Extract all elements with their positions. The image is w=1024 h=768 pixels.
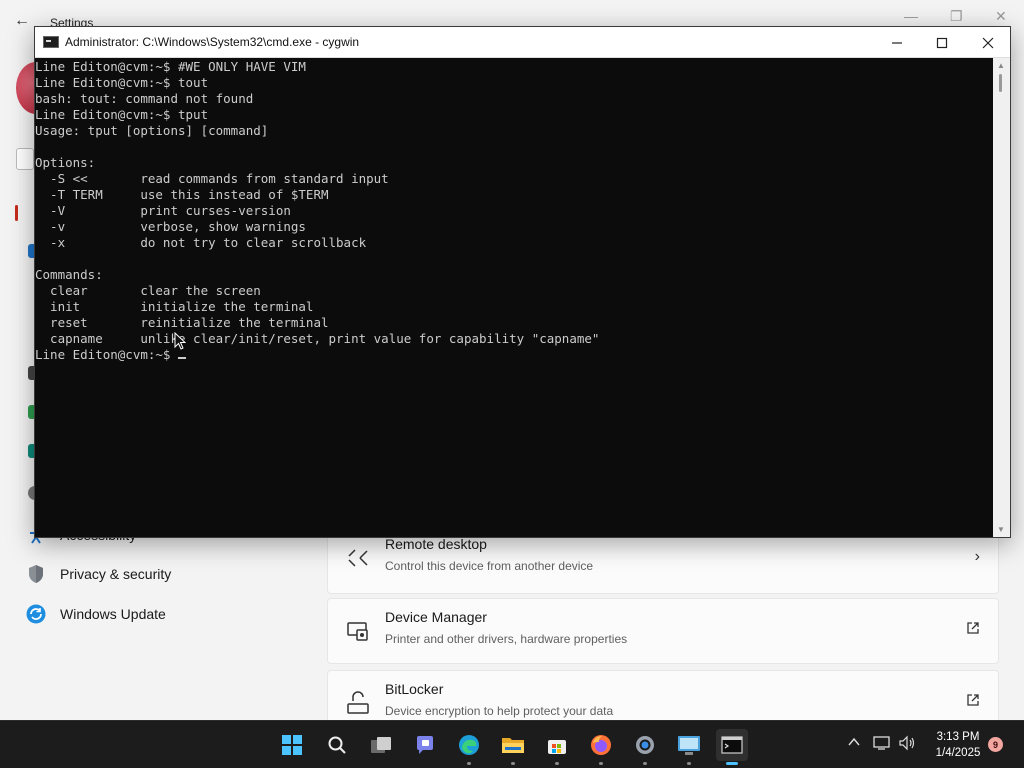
card-subtitle: Device encryption to help protect your d… — [385, 704, 614, 718]
chat-icon — [417, 736, 433, 754]
settings-close-button[interactable]: ✕ — [995, 8, 1007, 25]
windows-update-icon — [26, 604, 46, 624]
firefox-icon — [591, 735, 611, 755]
nav-item-privacy-security[interactable]: Privacy & security — [26, 561, 171, 587]
terminal-line: Commands: — [35, 267, 103, 282]
bitlocker-icon — [346, 691, 370, 715]
external-link-icon — [966, 693, 980, 712]
chevron-right-icon: › — [974, 548, 980, 565]
card-subtitle: Control this device from another device — [385, 559, 594, 573]
scroll-up-arrow-icon[interactable]: ▲ — [997, 61, 1005, 70]
clock[interactable]: 3:13 PM 1/4/2025 — [928, 729, 988, 761]
edge-button[interactable] — [453, 729, 485, 765]
terminal-line: -T TERM use this instead of $TERM — [35, 187, 329, 202]
clock-date: 1/4/2025 — [935, 747, 981, 759]
cmd-app-icon — [43, 36, 59, 48]
back-arrow-icon[interactable]: ← — [14, 12, 30, 30]
nav-item-label: Windows Update — [60, 606, 166, 622]
card-title: Device Manager — [385, 609, 487, 625]
running-indicator — [687, 762, 691, 765]
terminal-line: reset reinitialize the terminal — [35, 315, 329, 330]
text-cursor — [178, 357, 186, 359]
volume-icon[interactable] — [898, 735, 916, 754]
gear-icon — [636, 736, 654, 754]
cmd-titlebar[interactable]: Administrator: C:\Windows\System32\cmd.e… — [35, 27, 1010, 58]
vertical-scrollbar[interactable]: ▲ ▼ — [993, 58, 1010, 537]
clock-time: 3:13 PM — [936, 731, 980, 743]
settings-button[interactable] — [629, 729, 661, 765]
search-icon — [328, 736, 346, 754]
terminal-button[interactable] — [716, 729, 748, 765]
terminal-line: Options: — [35, 155, 96, 170]
settings-minimize-button[interactable]: — — [904, 8, 918, 24]
maximize-button[interactable] — [919, 27, 965, 58]
card-bitlocker[interactable]: BitLocker Device encryption to help prot… — [327, 670, 999, 720]
cmd-window[interactable]: Administrator: C:\Windows\System32\cmd.e… — [34, 26, 1011, 538]
minimize-icon — [892, 41, 902, 44]
mouse-pointer-icon — [174, 332, 186, 350]
folder-icon — [502, 738, 524, 753]
device-manager-icon — [346, 619, 370, 643]
terminal-output[interactable]: Line Editon@cvm:~$ #WE ONLY HAVE VIM Lin… — [35, 58, 995, 537]
start-button[interactable] — [276, 729, 308, 761]
terminal-line: Usage: tput [options] [command] — [35, 123, 269, 138]
running-indicator — [726, 762, 738, 765]
terminal-line: clear clear the screen — [35, 283, 261, 298]
control-panel-button[interactable] — [673, 729, 705, 765]
search-button[interactable] — [321, 729, 353, 761]
find-setting-box[interactable] — [16, 148, 34, 170]
scrollbar-thumb[interactable] — [999, 74, 1002, 92]
settings-maximize-button[interactable]: ❐ — [950, 8, 963, 25]
task-view-button[interactable] — [365, 729, 397, 761]
firefox-button[interactable] — [585, 729, 617, 765]
running-indicator — [555, 762, 559, 765]
running-indicator — [467, 762, 471, 765]
network-icon[interactable] — [873, 735, 891, 754]
shield-icon — [26, 564, 46, 584]
cmd-window-title: Administrator: C:\Windows\System32\cmd.e… — [65, 35, 360, 49]
terminal-line: init initialize the terminal — [35, 299, 314, 314]
remote-desktop-icon — [346, 546, 370, 570]
control-panel-icon — [678, 736, 700, 755]
running-indicator — [599, 762, 603, 765]
close-button[interactable] — [965, 27, 1011, 58]
card-title: Remote desktop — [385, 536, 487, 552]
terminal-line: Line Editon@cvm:~$ #WE ONLY HAVE VIM — [35, 59, 306, 74]
scroll-down-arrow-icon[interactable]: ▼ — [997, 525, 1005, 534]
terminal-line: -x do not try to clear scrollback — [35, 235, 367, 250]
taskbar: 3:13 PM 1/4/2025 — [0, 720, 1024, 768]
close-icon — [982, 37, 994, 48]
store-icon — [548, 740, 566, 754]
terminal-line: -V print curses-version — [35, 203, 291, 218]
windows-logo-icon — [282, 735, 302, 755]
card-title: BitLocker — [385, 681, 444, 697]
external-link-icon — [966, 621, 980, 640]
nav-item-windows-update[interactable]: Windows Update — [26, 601, 166, 627]
edge-icon — [459, 735, 479, 755]
terminal-line: -v verbose, show warnings — [35, 219, 306, 234]
minimize-button[interactable] — [874, 27, 920, 58]
terminal-line: bash: tout: command not found — [35, 91, 254, 106]
terminal-line: -S << read commands from standard input — [35, 171, 389, 186]
notification-badge[interactable]: 9 — [988, 737, 1003, 752]
running-indicator — [643, 762, 647, 765]
terminal-line: Line Editon@cvm:~$ tput — [35, 107, 209, 122]
file-explorer-button[interactable] — [497, 729, 529, 765]
terminal-prompt: Line Editon@cvm:~$ — [35, 347, 178, 362]
maximize-icon — [936, 37, 948, 48]
running-indicator — [511, 762, 515, 765]
chat-button[interactable] — [409, 729, 441, 761]
card-device-manager[interactable]: Device Manager Printer and other drivers… — [327, 598, 999, 664]
store-button[interactable] — [541, 729, 573, 765]
terminal-icon — [721, 736, 743, 754]
nav-item-label: Privacy & security — [60, 566, 172, 582]
task-view-icon — [371, 737, 391, 753]
terminal-line: Line Editon@cvm:~$ tout — [35, 75, 209, 90]
card-subtitle: Printer and other drivers, hardware prop… — [385, 632, 628, 646]
chevron-up-icon[interactable] — [847, 735, 861, 752]
nav-selection-indicator — [15, 205, 18, 221]
